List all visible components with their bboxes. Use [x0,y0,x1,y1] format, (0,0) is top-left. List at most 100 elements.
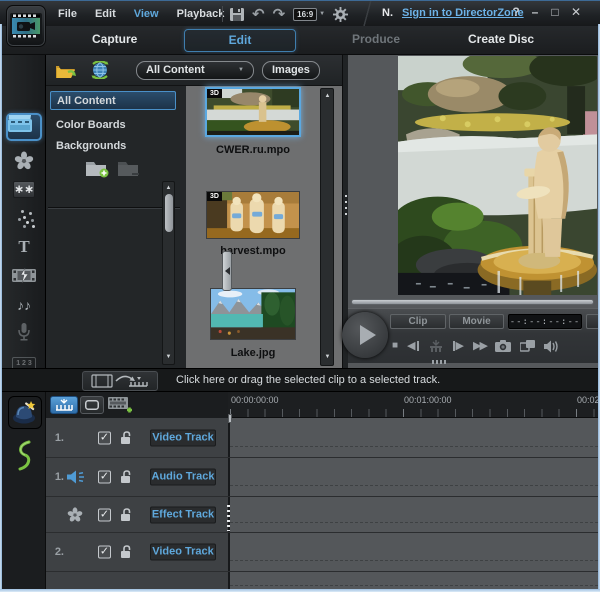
track-enable-checkbox[interactable]: ✓ [98,471,111,484]
delete-folder-button[interactable] [118,160,142,178]
track-enable-checkbox[interactable]: ✓ [98,546,111,559]
particle-room-button[interactable] [9,205,39,229]
timecode-display[interactable]: --:--:--:-- [508,314,582,329]
tab-edit[interactable]: Edit [184,29,296,52]
gear-icon[interactable] [333,7,348,22]
maximize-button[interactable]: □ [547,5,563,19]
preview-timeline-splitter-grip[interactable] [432,360,446,364]
menu-file[interactable]: File [58,8,77,20]
fast-forward-button[interactable]: ▶▶ [473,341,486,352]
title-room-button[interactable]: T [9,235,39,259]
timeline-left-strip [2,392,46,589]
signin-link[interactable]: Sign in to DirectorZone [402,7,524,19]
undo-icon[interactable]: ↶ [252,7,265,22]
microphone-icon [18,323,30,341]
track-header[interactable]: 2. ✓ Video Track [46,533,228,571]
add-folder-button[interactable] [86,159,110,178]
menu-edit[interactable]: Edit [95,8,116,20]
tree-item-all-content[interactable]: All Content [50,91,176,110]
help-button[interactable]: ? [508,5,524,19]
timeline-view-button[interactable] [50,396,78,414]
scroll-down-icon[interactable]: ▼ [323,353,332,362]
seek-tool-button[interactable] [429,340,443,352]
scroll-down-icon[interactable]: ▼ [164,353,173,362]
library-scrollbar[interactable]: ▲ ▼ [320,88,334,366]
tree-scrollbar[interactable]: ▲ ▼ [162,181,175,365]
next-frame-button[interactable]: ▶ [452,341,464,352]
camera-icon [495,340,511,352]
pip-objects-room-button[interactable]: ∗∗ [9,177,39,201]
close-button[interactable]: ✕ [568,5,584,19]
save-icon[interactable] [230,8,244,21]
track-content[interactable] [230,572,598,589]
volume-button[interactable] [544,340,559,353]
timeline-toolbar [46,392,228,418]
tab-produce[interactable]: Produce [352,32,400,46]
voiceover-room-button[interactable] [9,320,39,344]
track-enable-checkbox[interactable]: ✓ [98,508,111,521]
track-header[interactable]: 1. ✓ Audio Track [46,458,228,496]
track-label[interactable]: Video Track [150,429,216,446]
tab-create-disc[interactable]: Create Disc [468,32,534,46]
tree-scrollbar-thumb[interactable] [165,194,173,232]
track-enable-checkbox[interactable]: ✓ [98,431,111,444]
import-media-button[interactable] [56,62,78,79]
transition-room-button[interactable] [9,263,39,287]
audio-mixing-room-button[interactable]: ♪♪ [9,293,39,317]
title-room-icon: T [18,237,29,257]
storyboard-view-button[interactable] [80,396,104,414]
redo-icon[interactable]: ↷ [273,7,286,22]
track-row-partial [46,572,598,589]
media-item-cwer[interactable]: 3D [205,87,301,137]
menu-playback[interactable]: Playback [177,8,225,20]
track-header[interactable]: 1. ✓ Video Track [46,418,228,457]
track-label[interactable]: Effect Track [150,506,216,523]
track-number: 2. [50,546,64,558]
track-content[interactable] [230,418,598,457]
track-manager-button[interactable] [108,395,134,415]
tab-capture[interactable]: Capture [92,32,137,46]
collapse-tree-handle[interactable] [222,251,232,291]
unlock-icon[interactable] [120,431,133,445]
aspect-ratio-selector[interactable]: 16:9 ▼ [293,8,325,21]
snapshot-button[interactable] [495,340,511,352]
stop-button[interactable]: ■ [392,341,398,351]
insert-clip-button[interactable] [82,371,158,391]
filter-images-button[interactable]: Images [262,61,320,80]
minimize-button[interactable]: – [527,5,543,19]
download-from-directorzone-button[interactable] [90,61,110,79]
unlock-icon[interactable] [120,545,133,559]
play-icon [360,325,376,345]
toolbar-separator [222,6,223,22]
library-scrollbar-thumb[interactable] [324,179,332,275]
track-content[interactable] [230,533,598,571]
header-content-splitter-grip[interactable] [227,505,230,531]
scroll-up-icon[interactable]: ▲ [323,92,332,101]
effect-room-button[interactable] [9,149,39,173]
media-item-harvest[interactable]: 3D [206,191,300,239]
clip-mode-button[interactable]: Clip [390,314,446,329]
magic-movie-wizard-button[interactable] [8,396,42,429]
collection-dropdown[interactable]: All Content ▼ [136,61,254,80]
tree-item-color-boards[interactable]: Color Boards [50,116,176,135]
play-button[interactable] [342,312,388,358]
track-label[interactable]: Audio Track [150,469,216,486]
track-label[interactable]: Video Track [150,544,216,561]
scroll-up-icon[interactable]: ▲ [164,184,173,193]
slideshow-creator-button[interactable] [14,440,34,472]
track-content[interactable] [230,497,598,532]
unlock-icon[interactable] [120,508,133,522]
movie-mode-button[interactable]: Movie [449,314,504,329]
timeline-ruler[interactable]: 00:00:00:00 00:01:00:00 00:02:00:00 [228,392,598,418]
track-content[interactable] [230,458,598,496]
media-room-button[interactable] [6,113,42,141]
unlock-icon[interactable] [120,470,133,484]
media-item-lake[interactable] [210,288,296,340]
tree-item-backgrounds[interactable]: Backgrounds [50,137,176,156]
track-header[interactable]: ✓ Effect Track [46,497,228,532]
previous-frame-button[interactable]: ◀ [407,341,419,352]
undock-preview-button[interactable] [520,340,535,352]
playhead-marker[interactable] [228,414,232,423]
menu-view[interactable]: View [134,8,159,20]
preview-seekbar[interactable] [351,299,594,305]
